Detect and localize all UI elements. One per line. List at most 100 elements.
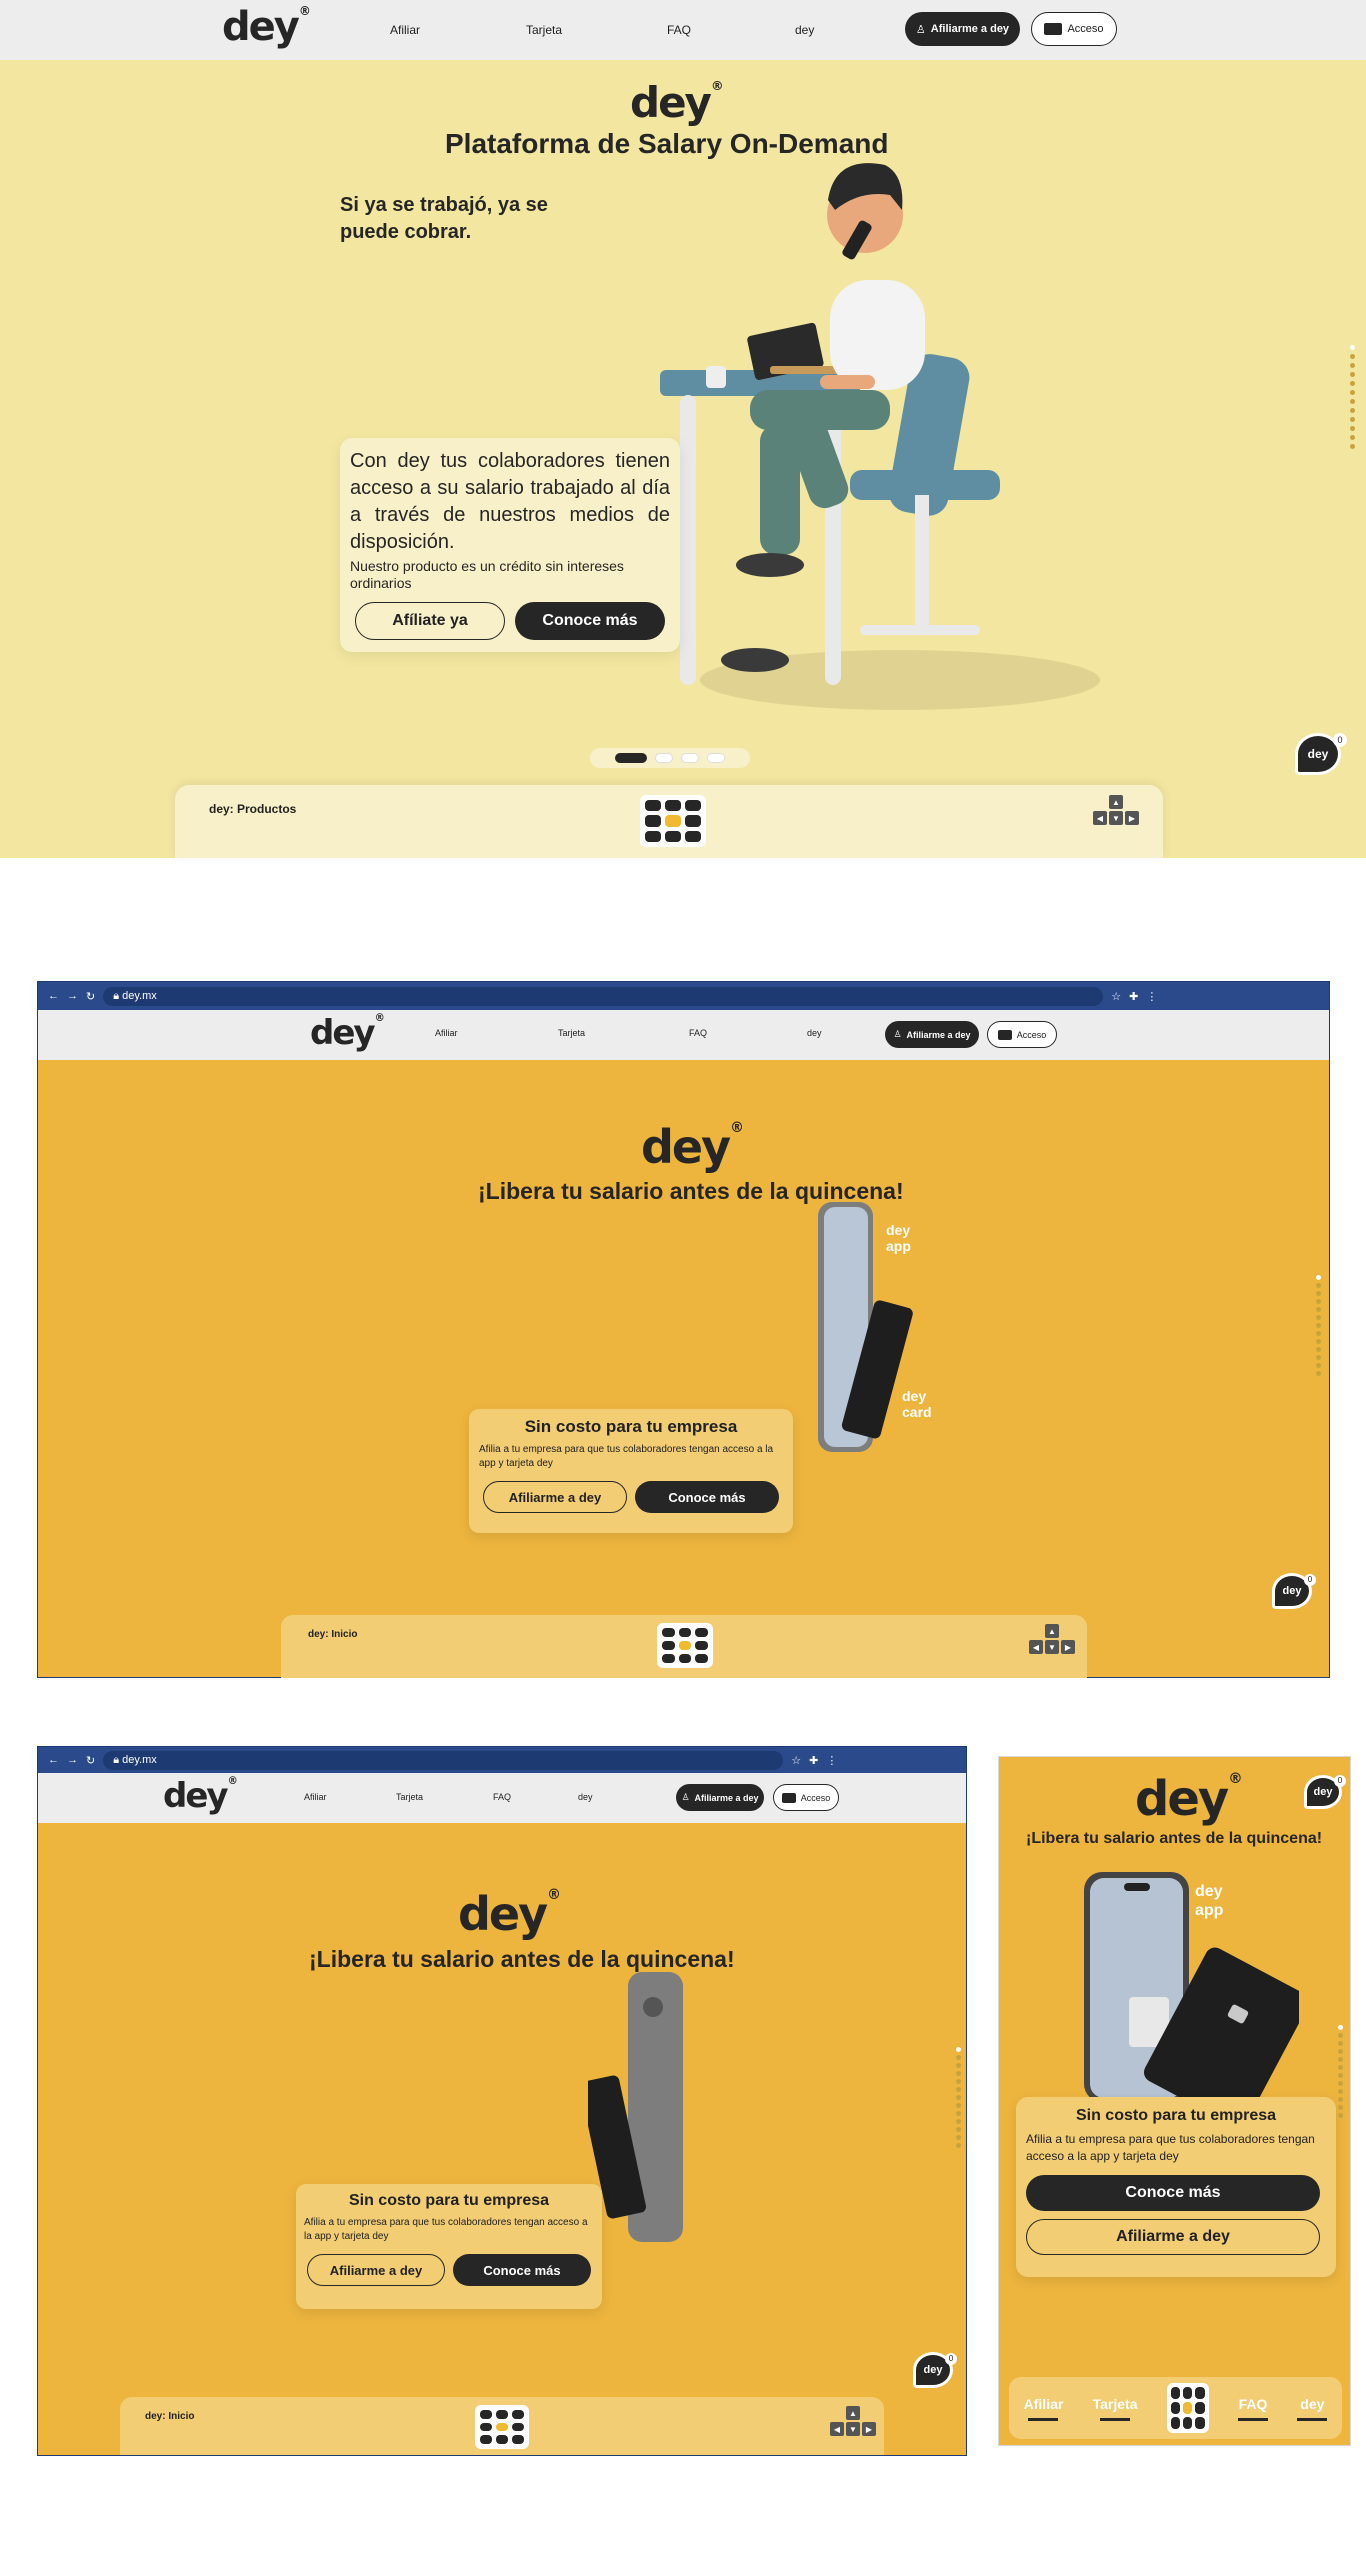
back-icon[interactable]: ← — [48, 990, 59, 1002]
mobile-card-title: Sin costo para tu empresa — [1075, 2107, 1277, 2124]
mobile-card-body: Afilia a tu empresa para que tus colabor… — [1026, 2132, 1315, 2163]
tab-afiliar[interactable]: Afiliar — [1024, 2396, 1063, 2421]
back-icon[interactable]: ← — [48, 1754, 59, 1766]
puzzle-icon[interactable]: ✚ — [809, 1754, 818, 1767]
afiliarme-button[interactable]: Afiliarme a dey — [307, 2254, 445, 2286]
browser-logo[interactable]: dey® — [310, 1013, 385, 1053]
carousel-pager — [590, 748, 750, 768]
side-scroll-dots[interactable] — [956, 2047, 961, 2148]
arrow-keys-icon[interactable]: ▲ ◀ ▼ ▶ — [1029, 1624, 1075, 1654]
star-icon[interactable]: ☆ — [791, 1754, 801, 1767]
mobile-logo-text: dey — [1135, 1771, 1229, 1827]
conoce-mas-button[interactable]: Conoce más — [453, 2254, 591, 2286]
tab-faq[interactable]: FAQ — [1238, 2395, 1269, 2421]
access-button[interactable]: Acceso — [1031, 12, 1117, 46]
section-hero-products: dey® Afiliar Tarjeta FAQ dey ♙ Afiliarme … — [0, 0, 1366, 858]
chat-badge: 0 — [1333, 733, 1347, 747]
nav-afiliar[interactable]: Afiliar — [304, 1792, 327, 1802]
carousel-dot-active[interactable] — [615, 753, 647, 763]
label-dey-app: dey app — [1195, 1883, 1224, 1919]
id-card-icon — [1044, 23, 1063, 35]
browser-nav: dey® Afiliar Tarjeta FAQ dey ♙ Afiliarme … — [38, 1010, 1329, 1060]
grid-menu-icon[interactable] — [640, 795, 706, 847]
browser-logo[interactable]: dey® — [163, 1776, 238, 1816]
carousel-dot[interactable] — [707, 753, 725, 763]
forward-icon[interactable]: → — [67, 990, 78, 1002]
side-scroll-dots[interactable] — [1350, 345, 1355, 449]
affiliate-button[interactable]: ♙ Afiliarme a dey — [905, 12, 1020, 46]
carousel-dot[interactable] — [655, 753, 673, 763]
logo-text: dey — [222, 4, 300, 50]
nav-afiliar[interactable]: Afiliar — [390, 23, 420, 37]
browser-chrome: ← → ↻ 🔒︎ dey.mx ☆ ✚ ⋮ — [38, 1747, 966, 1773]
arrow-keys-icon[interactable]: ▲ ◀ ▼ ▶ — [830, 2406, 876, 2436]
kebab-icon[interactable]: ⋮ — [826, 1754, 837, 1767]
browser-logo-reg: ® — [227, 1776, 238, 1787]
hero3-logo-reg: ® — [547, 1887, 561, 1903]
puzzle-icon[interactable]: ✚ — [1129, 990, 1138, 1003]
hero-card-note: Nuestro producto es un crédito sin inter… — [350, 558, 624, 591]
affiliate-button-label: Afiliarme a dey — [930, 23, 1010, 35]
affiliate-button[interactable]: ♙ Afiliarme a dey — [676, 1784, 764, 1811]
nav-tarjeta[interactable]: Tarjeta — [558, 1028, 585, 1038]
affiliate-button[interactable]: ♙ Afiliarme a dey — [885, 1021, 979, 1048]
grid-menu-icon[interactable] — [475, 2405, 529, 2449]
hero-info-card: Con dey tus colaboradores tienen acceso … — [340, 438, 680, 652]
tab-tarjeta[interactable]: Tarjeta — [1092, 2395, 1138, 2421]
address-bar[interactable]: 🔒︎ dey.mx — [103, 1750, 784, 1770]
forward-icon[interactable]: → — [67, 1754, 78, 1766]
conoce-mas-button[interactable]: Conoce más — [515, 602, 665, 640]
nav-tarjeta[interactable]: Tarjeta — [396, 1792, 423, 1802]
conoce-mas-button[interactable]: Conoce más — [635, 1481, 779, 1513]
nav-faq[interactable]: FAQ — [493, 1792, 511, 1802]
tab-tarjeta-label: Tarjeta — [1092, 2395, 1138, 2412]
nav-afiliar[interactable]: Afiliar — [435, 1028, 458, 1038]
tab-dey[interactable]: dey — [1297, 2395, 1328, 2421]
conoce-mas-button[interactable]: Conoce más — [1026, 2175, 1320, 2211]
url-text: dey.mx — [122, 989, 157, 1002]
chat-label: dey — [1313, 1786, 1333, 1798]
kebab-icon[interactable]: ⋮ — [1146, 990, 1157, 1003]
reload-icon[interactable]: ↻ — [86, 990, 95, 1003]
nav-dey[interactable]: dey — [578, 1792, 593, 1802]
grid-menu-icon[interactable] — [657, 1623, 713, 1668]
access-button[interactable]: Acceso — [987, 1021, 1057, 1048]
reload-icon[interactable]: ↻ — [86, 1754, 95, 1767]
user-icon: ♙ — [915, 23, 926, 36]
grid-menu-icon[interactable] — [1166, 2383, 1209, 2433]
mobile-tab-bar: Afiliar Tarjeta FAQ dey — [1009, 2377, 1342, 2439]
access-button[interactable]: Acceso — [773, 1784, 839, 1811]
side-scroll-dots[interactable] — [1338, 2025, 1343, 2118]
nav-dey[interactable]: dey — [795, 23, 814, 37]
phone-and-card-illustration — [1084, 1872, 1299, 2107]
browser-nav: dey® Afiliar Tarjeta FAQ dey ♙ Afiliarme … — [38, 1773, 966, 1823]
user-icon: ♙ — [893, 1029, 902, 1039]
bottom-nav-bar: dey: Inicio ▲ ◀ ▼ ▶ — [281, 1615, 1087, 1678]
arrow-keys-icon[interactable]: ▲ ◀ ▼ ▶ — [1093, 795, 1139, 825]
label-dey-card: dey card — [902, 1388, 932, 1420]
nav-faq[interactable]: FAQ — [689, 1028, 707, 1038]
id-card-icon — [781, 1792, 796, 1803]
nav-faq[interactable]: FAQ — [667, 23, 691, 37]
afiliate-ya-button[interactable]: Afíliate ya — [355, 602, 505, 640]
nav-tarjeta[interactable]: Tarjeta — [526, 23, 562, 37]
tab-dey-label: dey — [1300, 2395, 1325, 2412]
chat-label: dey — [1307, 747, 1329, 761]
side-scroll-dots[interactable] — [1316, 1275, 1321, 1376]
logo[interactable]: dey® — [222, 4, 311, 50]
carousel-dot[interactable] — [681, 753, 699, 763]
tab-underline — [1028, 2417, 1059, 2421]
tab-underline — [1100, 2417, 1131, 2421]
bottom-nav-bar: dey: Inicio ▲ ◀ ▼ ▶ — [120, 2397, 884, 2455]
hero-logo-reg: ® — [710, 78, 724, 93]
star-icon[interactable]: ☆ — [1111, 990, 1121, 1003]
address-bar[interactable]: 🔒︎ dey.mx — [103, 986, 1104, 1006]
afiliarme-button[interactable]: Afiliarme a dey — [1026, 2219, 1320, 2255]
bottom-nav-bar: dey: Productos ▲ ◀ ▼ ▶ — [175, 785, 1163, 858]
hero2-logo-reg: ® — [730, 1120, 744, 1136]
afiliarme-button[interactable]: Afiliarme a dey — [483, 1481, 627, 1513]
tab-faq-label: FAQ — [1238, 2395, 1268, 2412]
nav-dey[interactable]: dey — [807, 1028, 822, 1038]
hero-card-actions: Afíliate ya Conoce más — [350, 602, 670, 640]
access-button-label: Acceso — [1016, 1029, 1047, 1040]
